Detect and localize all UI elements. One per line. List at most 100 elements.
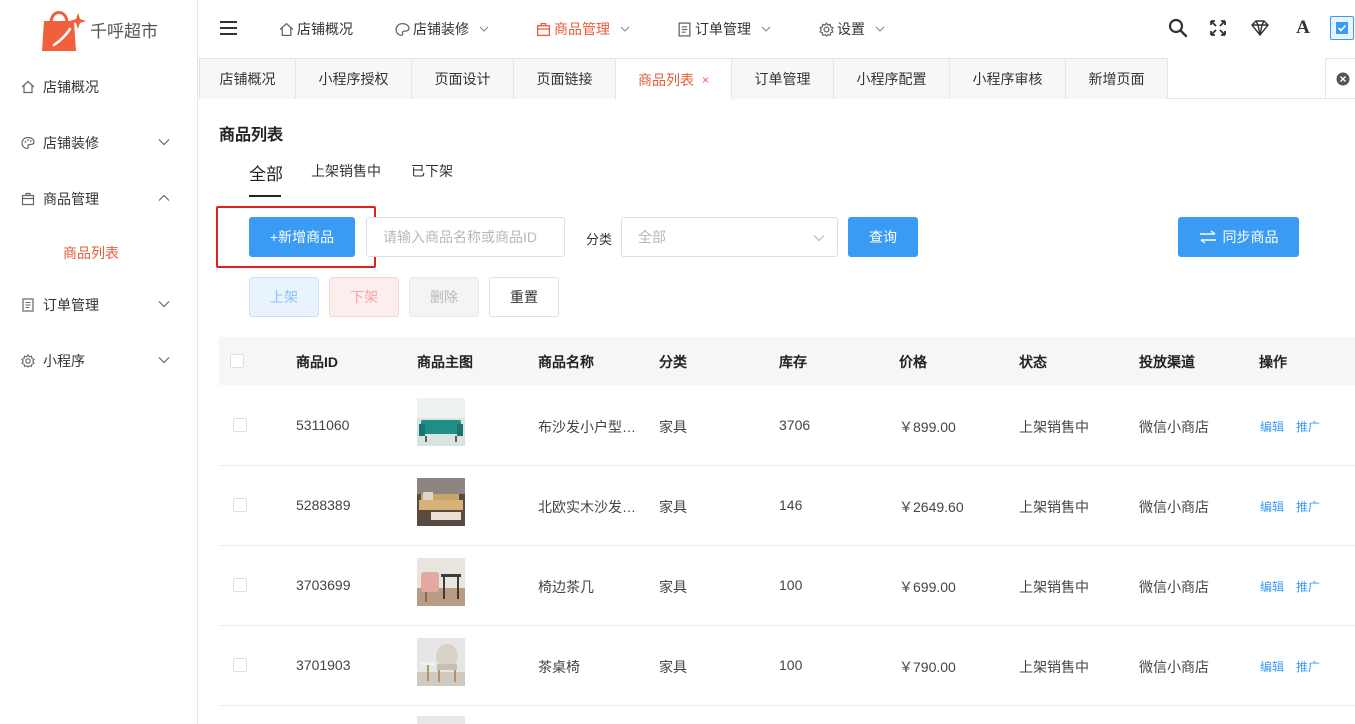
- tab-new-page[interactable]: 新增页面: [1065, 58, 1168, 99]
- nav-item-overview[interactable]: 店铺概况: [279, 19, 353, 39]
- sidebar-item-label: 店铺装修: [43, 135, 99, 151]
- fullscreen-icon[interactable]: [1208, 18, 1228, 38]
- edit-link[interactable]: 编辑: [1260, 658, 1284, 675]
- close-all-tabs-button[interactable]: [1325, 58, 1355, 99]
- reset-button[interactable]: 重置: [489, 277, 559, 317]
- tab-miniprogram-config[interactable]: 小程序配置: [833, 58, 950, 99]
- goods-name: 茶桌椅: [538, 659, 580, 675]
- edit-link[interactable]: 编辑: [1260, 498, 1284, 515]
- tab-orders[interactable]: 订单管理: [731, 58, 834, 99]
- sidebar-item-overview[interactable]: 店铺概况: [0, 67, 198, 107]
- column-header: 状态: [1019, 354, 1047, 370]
- goods-stock: 146: [779, 497, 803, 513]
- shopping-bag-logo-icon: [42, 11, 86, 51]
- product-image[interactable]: [417, 478, 465, 526]
- product-image[interactable]: [417, 638, 465, 686]
- row-checkbox[interactable]: [233, 498, 247, 512]
- sidebar-item-orders[interactable]: 订单管理: [0, 285, 198, 325]
- column-header: 投放渠道: [1139, 354, 1195, 370]
- top-navbar: 店铺概况 店铺装修 商品管理 订单管理 设置 A: [199, 0, 1355, 58]
- chevron-up-icon: [158, 194, 170, 201]
- row-checkbox[interactable]: [233, 578, 247, 592]
- product-image[interactable]: [417, 558, 465, 606]
- tab-page-links[interactable]: 页面链接: [513, 58, 616, 99]
- table-row: 5288389 北欧实木沙发… 家具 146 ￥2649.60 上架销售中 微信…: [219, 466, 1355, 546]
- subtab-on-sale[interactable]: 上架销售中: [311, 161, 381, 181]
- promote-link[interactable]: 推广: [1296, 418, 1320, 435]
- select-all-checkbox[interactable]: [230, 354, 244, 368]
- goods-id: 5311060: [296, 417, 350, 433]
- goods-status: 上架销售中: [1019, 419, 1089, 435]
- subtab-off-shelf[interactable]: 已下架: [411, 161, 453, 181]
- tab-miniprogram-review[interactable]: 小程序审核: [949, 58, 1066, 99]
- column-header: 商品名称: [538, 354, 594, 370]
- diamond-icon[interactable]: [1250, 18, 1270, 38]
- nav-item-settings[interactable]: 设置: [819, 19, 885, 39]
- menu-toggle-icon[interactable]: [220, 21, 237, 35]
- tab-overview[interactable]: 店铺概况: [199, 58, 296, 99]
- delete-button[interactable]: 删除: [409, 277, 479, 317]
- nav-item-label: 订单管理: [695, 21, 751, 37]
- promote-link[interactable]: 推广: [1296, 658, 1320, 675]
- goods-status: 上架销售中: [1019, 579, 1089, 595]
- goods-id: 3703699: [296, 577, 351, 593]
- query-button[interactable]: 查询: [848, 217, 918, 257]
- search-icon[interactable]: [1168, 18, 1188, 38]
- font-size-icon[interactable]: A: [1293, 18, 1313, 38]
- column-header: 价格: [899, 354, 927, 370]
- page-title: 商品列表: [219, 127, 284, 144]
- unshelve-button[interactable]: 下架: [329, 277, 399, 317]
- row-checkbox[interactable]: [233, 418, 247, 432]
- column-header: 商品ID: [296, 354, 338, 370]
- goods-channel: 微信小商店: [1139, 659, 1209, 675]
- gear-icon: [20, 353, 36, 369]
- goods-price: ￥699.00: [899, 579, 956, 595]
- chevron-down-icon: [761, 26, 771, 32]
- goods-channel: 微信小商店: [1139, 499, 1209, 515]
- sidebar-item-goods[interactable]: 商品管理: [0, 179, 198, 219]
- sync-goods-label: 同步商品: [1222, 229, 1279, 245]
- document-icon: [20, 297, 36, 313]
- promote-link[interactable]: 推广: [1296, 498, 1320, 515]
- search-input[interactable]: [366, 217, 565, 257]
- category-label: 分类: [586, 232, 613, 247]
- table-header: 商品ID 商品主图 商品名称 分类 库存 价格 状态 投放渠道 操作: [219, 337, 1355, 385]
- category-select[interactable]: 全部: [621, 217, 838, 257]
- sync-goods-button[interactable]: 同步商品: [1178, 217, 1299, 257]
- promote-link[interactable]: 推广: [1296, 578, 1320, 595]
- checkbox-toggle-icon[interactable]: [1330, 16, 1354, 40]
- sidebar: 千呼超市 店铺概况 店铺装修 商品管理 商品列表 订单管理 小程序: [0, 0, 198, 724]
- product-image[interactable]: [417, 398, 465, 446]
- tab-page-design[interactable]: 页面设计: [411, 58, 514, 99]
- nav-item-decoration[interactable]: 店铺装修: [395, 19, 489, 39]
- add-goods-button[interactable]: +新增商品: [249, 217, 355, 257]
- nav-item-orders[interactable]: 订单管理: [677, 19, 771, 39]
- sidebar-item-decoration[interactable]: 店铺装修: [0, 123, 198, 163]
- edit-link[interactable]: 编辑: [1260, 418, 1284, 435]
- gear-icon: [819, 21, 834, 37]
- shelve-button[interactable]: 上架: [249, 277, 319, 317]
- goods-status: 上架销售中: [1019, 659, 1089, 675]
- home-icon: [20, 79, 36, 95]
- sidebar-item-miniprogram[interactable]: 小程序: [0, 341, 198, 381]
- table-row: 3701903 茶桌椅 家具 100 ￥790.00 上架销售中 微信小商店 编…: [219, 626, 1355, 706]
- bag-icon: [536, 22, 551, 36]
- edit-link[interactable]: 编辑: [1260, 578, 1284, 595]
- tab-goods-list[interactable]: 商品列表 ×: [615, 58, 732, 100]
- subtab-all[interactable]: 全部: [249, 160, 283, 185]
- brand-logo[interactable]: 千呼超市: [40, 7, 158, 51]
- sidebar-subitem-goods-list[interactable]: 商品列表: [63, 243, 119, 263]
- close-icon[interactable]: ×: [702, 73, 709, 87]
- column-header: 库存: [779, 354, 807, 370]
- sidebar-item-label: 店铺概况: [43, 79, 99, 95]
- brand-name: 千呼超市: [90, 21, 158, 41]
- chevron-down-icon: [479, 26, 489, 32]
- goods-stock: 3706: [779, 417, 811, 433]
- goods-name: 布沙发小户型…: [538, 419, 636, 435]
- goods-stock: 100: [779, 577, 803, 593]
- tab-miniprogram-auth[interactable]: 小程序授权: [295, 58, 412, 99]
- nav-item-goods[interactable]: 商品管理: [536, 19, 630, 39]
- row-checkbox[interactable]: [233, 658, 247, 672]
- sidebar-item-label: 小程序: [43, 353, 85, 369]
- goods-price: ￥899.00: [899, 419, 956, 435]
